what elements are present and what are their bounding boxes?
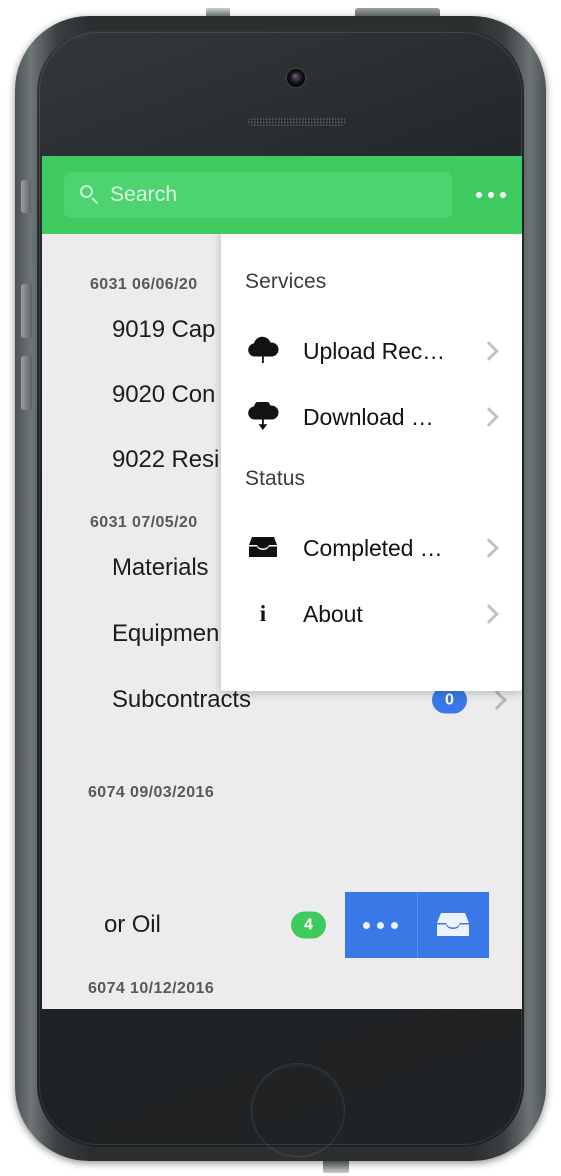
- menu-item-completed[interactable]: Completed …: [221, 521, 522, 575]
- swipe-archive-button[interactable]: [416, 892, 489, 958]
- list-item-title: 9020 Con: [112, 381, 216, 408]
- search-icon: [80, 185, 99, 204]
- status-badge: 4: [291, 911, 326, 939]
- swipe-action-bar: [345, 892, 489, 958]
- menu-item-download-records[interactable]: Download …: [221, 390, 522, 444]
- app-navbar: Search: [42, 156, 522, 234]
- menu-item-label: Completed …: [303, 534, 443, 561]
- overflow-menu-popup: Services Upload Rec… Download … Status C…: [221, 215, 522, 691]
- chevron-right-icon: [487, 690, 507, 710]
- menu-item-label: About: [303, 600, 363, 627]
- list-item[interactable]: 2200 Tire Pump 3: [42, 1006, 522, 1009]
- chevron-right-icon: [479, 604, 499, 624]
- group-header: 6074 09/03/2016: [88, 784, 215, 801]
- overflow-dot: [476, 192, 482, 198]
- menu-section-header: Services: [245, 270, 327, 293]
- overflow-dot: [488, 192, 494, 198]
- more-dots-icon: [363, 921, 399, 929]
- chevron-right-icon: [479, 341, 499, 361]
- menu-item-label: Upload Rec…: [303, 337, 446, 364]
- swipe-more-button[interactable]: [345, 892, 417, 958]
- menu-item-label: Download …: [303, 403, 434, 430]
- menu-item-upload-records[interactable]: Upload Rec…: [221, 324, 522, 378]
- chevron-right-icon: [479, 538, 499, 558]
- search-input[interactable]: Search: [64, 172, 452, 218]
- screenshot-stage: 6031 06/06/20 9019 Cap 9020 Con 9022 Res…: [0, 0, 561, 1176]
- front-camera-icon: [287, 69, 305, 87]
- cloud-upload-icon: [243, 336, 283, 366]
- menu-item-about[interactable]: i About: [221, 587, 522, 641]
- cloud-download-icon: [243, 402, 283, 432]
- overflow-dot: [500, 192, 506, 198]
- earpiece-speaker-icon: [248, 117, 346, 126]
- silent-switch[interactable]: [21, 180, 31, 213]
- volume-up-button[interactable]: [21, 284, 32, 338]
- bottom-connector: [323, 1161, 349, 1173]
- group-header: 6031 07/05/20: [90, 514, 198, 531]
- archive-inbox-icon: [437, 913, 470, 936]
- phone-screen: 6031 06/06/20 9019 Cap 9020 Con 9022 Res…: [42, 156, 522, 1009]
- search-placeholder: Search: [110, 183, 178, 206]
- list-item-title: 9022 Resi: [112, 446, 220, 473]
- menu-section-header: Status: [245, 467, 306, 490]
- overflow-menu-button[interactable]: [470, 176, 512, 214]
- list-item-title: Materials: [112, 554, 209, 581]
- volume-down-button[interactable]: [21, 356, 32, 410]
- group-header: 6074 10/12/2016: [88, 980, 215, 997]
- home-button[interactable]: [251, 1063, 345, 1157]
- list-item-title: 9019 Cap: [112, 316, 216, 343]
- group-header: 6031 06/06/20: [90, 276, 198, 293]
- info-icon: i: [259, 601, 267, 626]
- chevron-right-icon: [479, 407, 499, 427]
- list-item-title: or Oil: [104, 911, 161, 938]
- inbox-tray-icon: [243, 535, 283, 561]
- list-item-title: Equipmen: [112, 620, 220, 647]
